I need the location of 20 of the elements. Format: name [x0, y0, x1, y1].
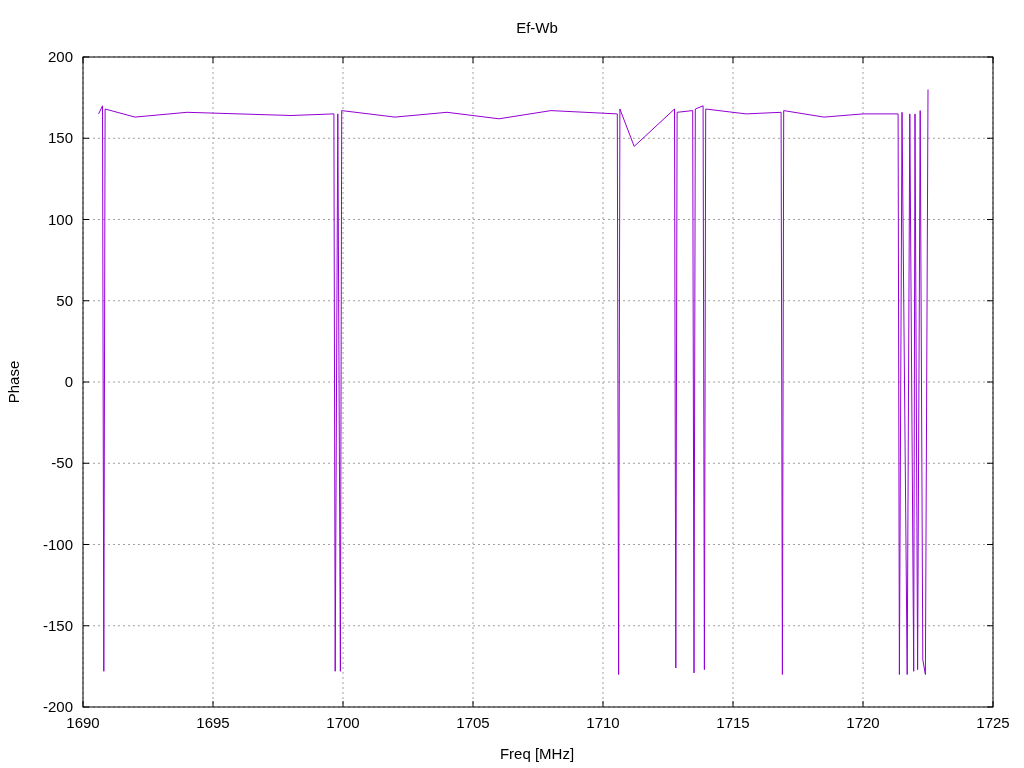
tick-label: 150: [47, 129, 73, 147]
tick-label: 1725: [976, 714, 1010, 731]
tick-label: 1710: [586, 714, 620, 731]
tick-label: 1715: [716, 714, 750, 731]
tick-label: 1720: [846, 714, 880, 731]
tick-label: -200: [42, 698, 73, 715]
axis-label: Freq [MHz]: [499, 745, 575, 762]
tick-label: 1695: [196, 714, 230, 731]
axis-label: Phase: [5, 360, 22, 404]
tick-label: 50: [56, 291, 73, 309]
tick-label: 0: [64, 373, 73, 390]
tick-label: 1700: [326, 714, 360, 731]
tick-label: -50: [51, 454, 73, 472]
tick-label: 1690: [66, 714, 100, 731]
chart-title: Ef-Wb: [516, 19, 558, 36]
tick-label: -100: [42, 535, 73, 553]
tick-label: 200: [47, 48, 73, 65]
tick-label: 1705: [456, 714, 490, 731]
tick-label: 100: [47, 210, 73, 228]
tick-label: -150: [42, 616, 73, 634]
